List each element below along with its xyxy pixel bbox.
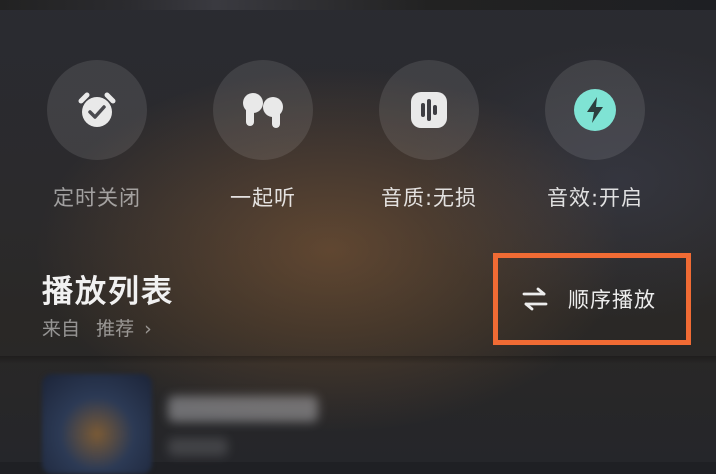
sleep-timer-action[interactable]: 定时关闭	[27, 60, 167, 212]
playlist-title: 播放列表	[42, 274, 174, 310]
playlist-source-link[interactable]: 来自 推荐 ›	[42, 314, 152, 341]
play-mode-content: 顺序播放	[522, 258, 656, 340]
audio-quality-circle[interactable]	[379, 60, 479, 160]
sound-effect-action[interactable]: 音效:开启	[525, 60, 665, 212]
chevron-right-icon: ›	[144, 318, 152, 340]
source-label: 来自	[42, 318, 81, 340]
track-cover	[42, 374, 152, 474]
earbuds-icon	[243, 93, 283, 128]
listen-together-label: 一起听	[230, 186, 296, 210]
audio-quality-action[interactable]: 音质:无损	[359, 60, 499, 212]
arrows-exchange-icon	[522, 287, 548, 311]
listen-together-action[interactable]: 一起听	[193, 60, 333, 212]
alarm-clock-icon	[78, 92, 116, 127]
audio-quality-label: 音质:无损	[380, 186, 478, 210]
track-subtitle-placeholder	[168, 438, 228, 456]
track-title-placeholder	[168, 396, 318, 422]
sleep-timer-label: 定时关闭	[53, 186, 141, 210]
section-divider	[0, 356, 716, 364]
play-mode-label: 顺序播放	[568, 288, 656, 312]
audio-wave-icon	[411, 92, 447, 128]
sleep-timer-circle[interactable]	[47, 60, 147, 160]
lightning-icon	[574, 89, 616, 131]
source-value[interactable]: 推荐	[96, 318, 134, 340]
sound-effect-circle[interactable]	[545, 60, 645, 160]
track-row[interactable]	[0, 364, 716, 474]
sound-effect-label: 音效:开启	[546, 186, 644, 210]
play-mode-button[interactable]: 顺序播放	[493, 253, 691, 345]
listen-together-circle[interactable]	[213, 60, 313, 160]
quick-actions-bar: 定时关闭 一起听 音质:无损 音效:开启	[0, 0, 716, 230]
